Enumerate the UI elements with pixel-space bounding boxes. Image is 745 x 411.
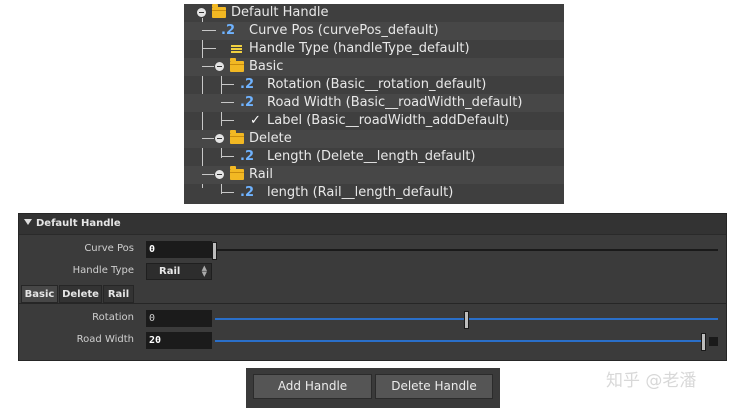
- tree-item-label: Curve Pos (curvePos_default): [249, 23, 439, 38]
- tab-divider: [19, 303, 726, 304]
- road-width-slider-handle[interactable]: [701, 333, 706, 351]
- handle-type-label: Handle Type: [72, 265, 134, 276]
- folder-icon: [230, 166, 244, 180]
- tree-item-label: Basic: [249, 59, 284, 74]
- road-width-label: Road Width: [76, 334, 134, 345]
- tree-connector: [221, 84, 234, 85]
- rotation-field[interactable]: 0: [146, 310, 212, 327]
- curve-pos-field[interactable]: 0: [146, 241, 212, 258]
- tree-item-curve-pos[interactable]: .2 Curve Pos (curvePos_default): [184, 22, 564, 40]
- tree-item-rail[interactable]: Rail: [184, 166, 564, 184]
- handle-type-row: Handle Type Rail ▲ ▼: [19, 260, 726, 282]
- collapse-icon[interactable]: [215, 134, 224, 143]
- tree-item-label: Rotation (Basic__rotation_default): [267, 77, 487, 92]
- collapse-icon[interactable]: [215, 62, 224, 71]
- collapse-triangle-icon[interactable]: [24, 219, 32, 225]
- tree-connector: [202, 174, 214, 175]
- rotation-row: Rotation 0: [19, 307, 726, 329]
- parameter-panel: Default Handle Curve Pos 0 Handle Type R…: [18, 213, 727, 361]
- road-width-field[interactable]: 20: [146, 332, 212, 349]
- tree-item-label: Road Width (Basic__roadWidth_default): [267, 95, 523, 110]
- tree-connector: [202, 48, 216, 49]
- float-parm-icon: .2: [240, 95, 254, 110]
- tree-connector: [221, 120, 234, 121]
- tree-item-label: Length (Delete__length_default): [267, 149, 476, 164]
- road-width-row: Road Width 20: [19, 329, 726, 351]
- tree-item-label: Delete: [249, 131, 292, 146]
- handle-type-value: Rail: [159, 266, 181, 277]
- curve-pos-slider-track[interactable]: [215, 249, 718, 251]
- folder-title: Default Handle: [36, 218, 121, 229]
- handle-type-select[interactable]: Rail ▲ ▼: [146, 263, 212, 280]
- road-width-slider-track[interactable]: [215, 340, 704, 342]
- folder-icon: [212, 4, 226, 18]
- tab-delete[interactable]: Delete: [59, 285, 102, 303]
- tab-rail[interactable]: Rail: [103, 285, 134, 303]
- tree-item-label-toggle[interactable]: ✓ Label (Basic__roadWidth_addDefault): [184, 112, 564, 130]
- tree-item-basic[interactable]: Basic: [184, 58, 564, 76]
- collapse-icon[interactable]: [197, 8, 206, 17]
- tab-basic[interactable]: Basic: [21, 285, 58, 303]
- curve-pos-row: Curve Pos 0: [19, 238, 726, 260]
- tree-item-rail-length[interactable]: .2 length (Rail__length_default): [184, 184, 564, 202]
- rotation-slider-handle[interactable]: [463, 311, 469, 329]
- button-bar: Add Handle Delete Handle: [246, 368, 500, 408]
- folder-header[interactable]: Default Handle: [19, 214, 726, 235]
- tree-connector: [221, 156, 234, 157]
- tree-item-rotation[interactable]: .2 Rotation (Basic__rotation_default): [184, 76, 564, 94]
- tree-item-delete[interactable]: Delete: [184, 130, 564, 148]
- collapse-icon[interactable]: [215, 170, 224, 179]
- float-parm-icon: .2: [221, 23, 235, 38]
- tree-connector: [221, 192, 234, 193]
- tree-item-label: Default Handle: [231, 5, 329, 20]
- tree-item-label: length (Rail__length_default): [267, 185, 454, 200]
- tree-item-handle-type[interactable]: Handle Type (handleType_default): [184, 40, 564, 58]
- slider-end-cap: [709, 337, 718, 346]
- float-parm-icon: .2: [240, 77, 254, 92]
- folder-icon: [230, 58, 244, 72]
- tree-item-length[interactable]: .2 Length (Delete__length_default): [184, 148, 564, 166]
- rotation-label: Rotation: [92, 312, 134, 323]
- tree-item-label: Label (Basic__roadWidth_addDefault): [267, 113, 510, 128]
- curve-pos-slider-handle[interactable]: [212, 242, 217, 260]
- tree-connector: [202, 66, 214, 67]
- tree-item-road-width[interactable]: .2 Road Width (Basic__roadWidth_default): [184, 94, 564, 112]
- tree-item-label: Handle Type (handleType_default): [249, 41, 470, 56]
- tree-connector: [221, 102, 234, 103]
- tree-item-label: Rail: [249, 167, 273, 182]
- menu-parm-icon: [231, 45, 242, 54]
- up-down-arrows-icon: ▲ ▼: [201, 264, 207, 278]
- folder-icon: [230, 130, 244, 144]
- delete-handle-button[interactable]: Delete Handle: [375, 374, 493, 399]
- curve-pos-label: Curve Pos: [84, 243, 134, 254]
- float-parm-icon: .2: [240, 149, 254, 164]
- add-handle-button[interactable]: Add Handle: [253, 374, 372, 399]
- tree-connector: [202, 30, 216, 31]
- tree-connector: [202, 138, 214, 139]
- parameter-tree: Default Handle .2 Curve Pos (curvePos_de…: [184, 4, 564, 204]
- float-parm-icon: .2: [240, 185, 254, 200]
- tree-item-default-handle[interactable]: Default Handle: [184, 4, 564, 22]
- checkmark-icon: ✓: [250, 113, 261, 128]
- watermark-text: 知乎 @老潘: [606, 371, 697, 391]
